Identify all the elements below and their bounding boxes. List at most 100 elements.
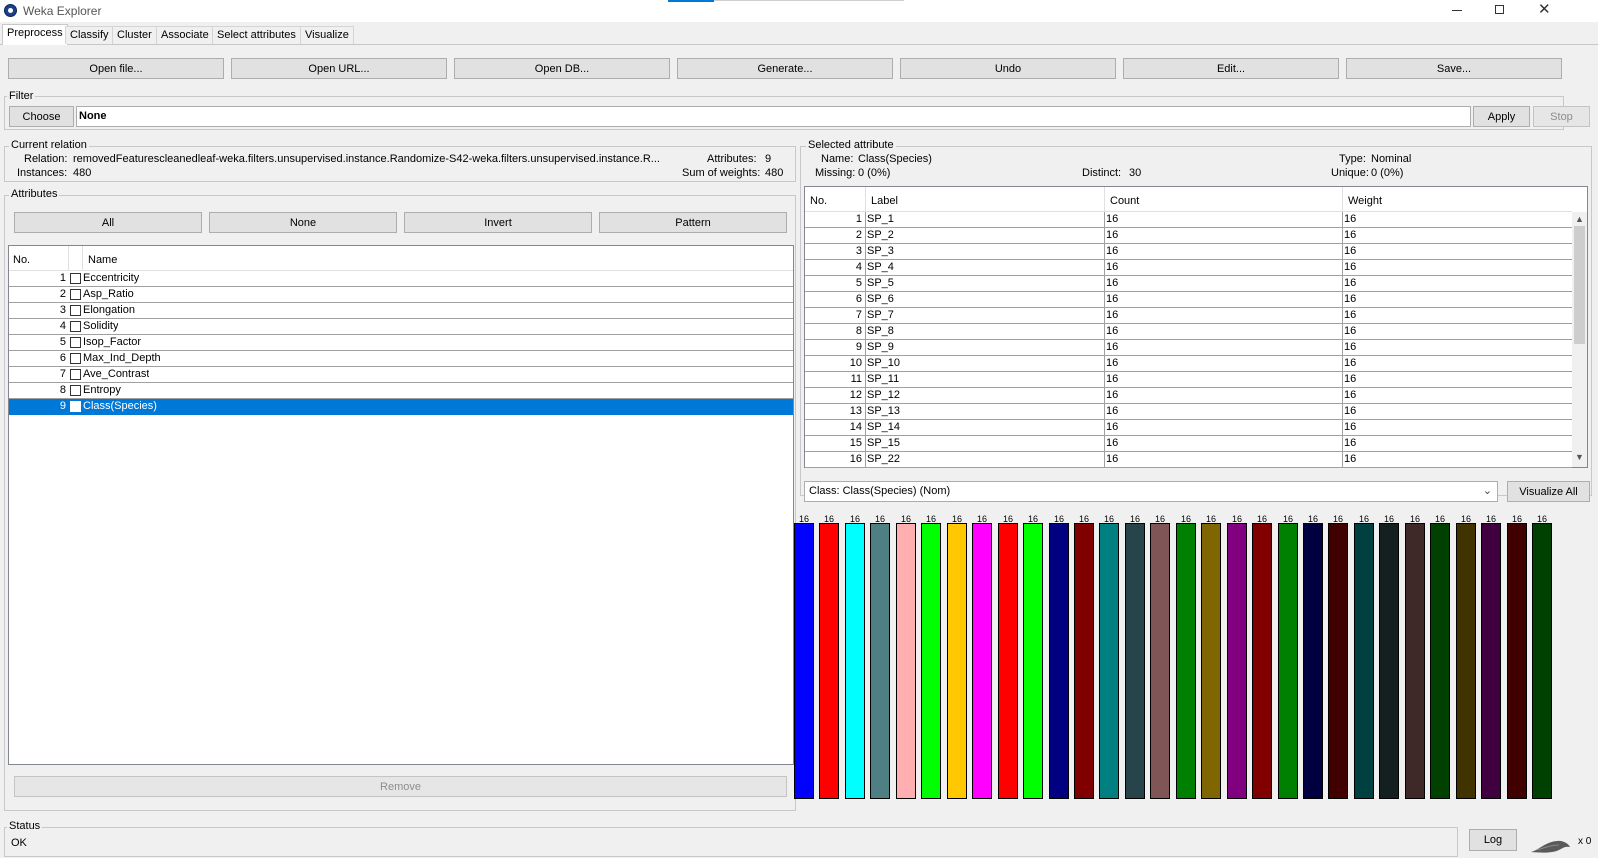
column-divider bbox=[1342, 452, 1343, 468]
attribute-checkbox[interactable] bbox=[70, 401, 81, 412]
histogram-bar bbox=[1379, 523, 1399, 799]
tab-visualize[interactable]: Visualize bbox=[300, 26, 354, 44]
attribute-name: Eccentricity bbox=[83, 272, 140, 284]
label-row[interactable]: 11 SP_11 16 16 bbox=[805, 372, 1572, 388]
attribute-checkbox[interactable] bbox=[70, 385, 81, 396]
label-row[interactable]: 3 SP_3 16 16 bbox=[805, 244, 1572, 260]
attribute-name: Ave_Contrast bbox=[83, 368, 150, 380]
label-row[interactable]: 6 SP_6 16 16 bbox=[805, 292, 1572, 308]
column-divider bbox=[1104, 372, 1105, 388]
column-divider bbox=[865, 276, 866, 292]
histogram-bar bbox=[896, 523, 916, 799]
edit-button[interactable]: Edit... bbox=[1123, 58, 1339, 79]
tab-preprocess[interactable]: Preprocess bbox=[2, 24, 68, 45]
attribute-row-1[interactable]: 1 Eccentricity bbox=[9, 271, 793, 287]
tab-associate[interactable]: Associate bbox=[156, 26, 214, 44]
column-divider bbox=[865, 420, 866, 436]
label-no: 9 bbox=[855, 341, 862, 353]
column-divider bbox=[865, 372, 866, 388]
attribute-checkbox[interactable] bbox=[70, 337, 81, 348]
labels-rows: 1 SP_1 16 16 2 SP_2 16 16 3 SP_3 16 16 4 SP_4 16 16 5 SP_… bbox=[805, 212, 1572, 468]
attribute-no: 7 bbox=[59, 368, 66, 380]
label-row[interactable]: 7 SP_7 16 16 bbox=[805, 308, 1572, 324]
restore-icon[interactable] bbox=[1495, 5, 1504, 14]
filter-choose-button[interactable]: Choose bbox=[9, 106, 74, 127]
label-row[interactable]: 13 SP_13 16 16 bbox=[805, 404, 1572, 420]
minimize-icon[interactable] bbox=[1452, 10, 1462, 11]
filter-apply-button[interactable]: Apply bbox=[1473, 106, 1530, 127]
label-weight: 16 bbox=[1344, 405, 1357, 417]
label-row[interactable]: 12 SP_12 16 16 bbox=[805, 388, 1572, 404]
attribute-row-4[interactable]: 4 Solidity bbox=[9, 319, 793, 335]
attribute-row-6[interactable]: 6 Max_Ind_Depth bbox=[9, 351, 793, 367]
filter-field[interactable]: None bbox=[76, 106, 1471, 127]
label-count: 16 bbox=[1106, 373, 1119, 385]
select-all-button[interactable]: All bbox=[14, 212, 202, 233]
label-name: SP_14 bbox=[867, 421, 901, 433]
label-row[interactable]: 1 SP_1 16 16 bbox=[805, 212, 1572, 228]
label-row[interactable]: 14 SP_14 16 16 bbox=[805, 420, 1572, 436]
label-name: SP_7 bbox=[867, 309, 894, 321]
label-no: 2 bbox=[855, 229, 862, 241]
attribute-checkbox[interactable] bbox=[70, 369, 81, 380]
label-row[interactable]: 8 SP_8 16 16 bbox=[805, 324, 1572, 340]
visualize-all-button[interactable]: Visualize All bbox=[1507, 481, 1590, 502]
sel-unique-value: 0 (0%) bbox=[1371, 167, 1404, 179]
label-row[interactable]: 2 SP_2 16 16 bbox=[805, 228, 1572, 244]
label-weight: 16 bbox=[1344, 229, 1357, 241]
scroll-up-icon[interactable]: ▲ bbox=[1575, 214, 1584, 224]
attribute-no: 5 bbox=[59, 336, 66, 348]
log-button[interactable]: Log bbox=[1469, 829, 1517, 851]
attribute-checkbox[interactable] bbox=[70, 273, 81, 284]
tab-classify[interactable]: Classify bbox=[65, 26, 114, 44]
tab-select-attributes[interactable]: Select attributes bbox=[212, 26, 301, 44]
header-divider bbox=[82, 246, 83, 270]
save-button[interactable]: Save... bbox=[1346, 58, 1562, 79]
label-row[interactable]: 16 SP_22 16 16 bbox=[805, 452, 1572, 468]
attribute-checkbox[interactable] bbox=[70, 321, 81, 332]
pattern-button[interactable]: Pattern bbox=[599, 212, 787, 233]
label-name: SP_12 bbox=[867, 389, 901, 401]
attribute-row-8[interactable]: 8 Entropy bbox=[9, 383, 793, 399]
histogram-bar-label: 16 bbox=[849, 514, 860, 524]
invert-button[interactable]: Invert bbox=[404, 212, 592, 233]
attribute-checkbox[interactable] bbox=[70, 305, 81, 316]
histogram-bar bbox=[794, 523, 814, 799]
generate-button[interactable]: Generate... bbox=[677, 58, 893, 79]
label-row[interactable]: 9 SP_9 16 16 bbox=[805, 340, 1572, 356]
open-url-button[interactable]: Open URL... bbox=[231, 58, 447, 79]
class-select[interactable]: Class: Class(Species) (Nom) ⌄ bbox=[804, 481, 1498, 502]
label-row[interactable]: 15 SP_15 16 16 bbox=[805, 436, 1572, 452]
undo-button[interactable]: Undo bbox=[900, 58, 1116, 79]
label-no: 13 bbox=[849, 405, 862, 417]
label-row[interactable]: 4 SP_4 16 16 bbox=[805, 260, 1572, 276]
tab-cluster[interactable]: Cluster bbox=[112, 26, 157, 44]
labels-scrollbar[interactable]: ▲ ▼ bbox=[1572, 212, 1587, 467]
label-count: 16 bbox=[1106, 261, 1119, 273]
label-row[interactable]: 5 SP_5 16 16 bbox=[805, 276, 1572, 292]
attribute-checkbox[interactable] bbox=[70, 353, 81, 364]
select-none-button[interactable]: None bbox=[209, 212, 397, 233]
header-divider bbox=[68, 246, 69, 270]
attribute-checkbox[interactable] bbox=[70, 289, 81, 300]
scroll-down-icon[interactable]: ▼ bbox=[1575, 452, 1584, 462]
attribute-row-7[interactable]: 7 Ave_Contrast bbox=[9, 367, 793, 383]
close-icon[interactable]: ✕ bbox=[1538, 2, 1551, 17]
attribute-row-5[interactable]: 5 Isop_Factor bbox=[9, 335, 793, 351]
label-row[interactable]: 10 SP_10 16 16 bbox=[805, 356, 1572, 372]
histogram-bar bbox=[1227, 523, 1247, 799]
histogram-bar-label: 16 bbox=[1536, 514, 1547, 524]
column-divider bbox=[1104, 308, 1105, 324]
attribute-row-9-selected[interactable]: 9 Class(Species) bbox=[9, 399, 793, 415]
label-count: 16 bbox=[1106, 325, 1119, 337]
label-no: 1 bbox=[855, 213, 862, 225]
attribute-row-3[interactable]: 3 Elongation bbox=[9, 303, 793, 319]
scroll-thumb[interactable] bbox=[1574, 226, 1585, 344]
open-file-button[interactable]: Open file... bbox=[8, 58, 224, 79]
attributes-col-name: Name bbox=[88, 254, 118, 266]
histogram-bar bbox=[1049, 523, 1069, 799]
open-db-button[interactable]: Open DB... bbox=[454, 58, 670, 79]
histogram-bar-label: 16 bbox=[1332, 514, 1343, 524]
histogram-bar bbox=[1328, 523, 1348, 799]
attribute-row-2[interactable]: 2 Asp_Ratio bbox=[9, 287, 793, 303]
